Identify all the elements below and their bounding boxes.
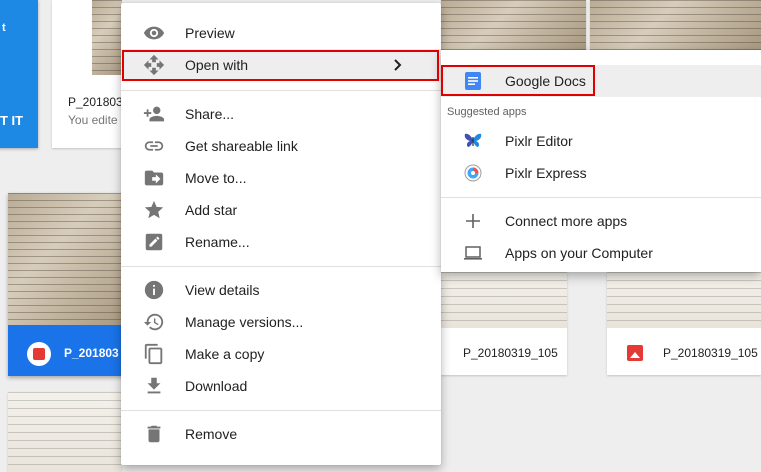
trash-icon xyxy=(147,425,161,443)
file-card[interactable]: P_20180319_105 xyxy=(607,272,761,375)
selected-file-card[interactable]: P_201803 xyxy=(8,193,126,376)
file-name: P_201803 xyxy=(68,95,122,109)
menu-item-move-to[interactable]: Move to... xyxy=(121,162,441,194)
menu-item-label: Add star xyxy=(185,202,238,218)
file-modified: You edite xyxy=(68,113,118,127)
menu-item-label: Get shareable link xyxy=(185,138,298,154)
file-thumbnail xyxy=(441,0,586,50)
context-menu: Preview Open with Share... Get shareable… xyxy=(121,3,441,465)
menu-item-label: Move to... xyxy=(185,170,247,186)
menu-item-preview[interactable]: Preview xyxy=(121,17,441,49)
file-thumbnail xyxy=(607,272,761,328)
plus-icon xyxy=(466,214,480,228)
image-file-icon xyxy=(27,342,51,366)
submenu-item-connect-more-apps[interactable]: Connect more apps xyxy=(441,205,761,237)
file-card[interactable] xyxy=(8,392,121,472)
eye-icon xyxy=(143,26,165,40)
menu-divider xyxy=(121,266,441,267)
file-thumbnail xyxy=(8,193,126,325)
menu-item-get-link[interactable]: Get shareable link xyxy=(121,130,441,162)
menu-item-rename[interactable]: Rename... xyxy=(121,226,441,258)
submenu-item-label: Connect more apps xyxy=(505,213,628,229)
submenu-item-label: Pixlr Express xyxy=(505,165,587,181)
file-thumbnail xyxy=(92,0,122,75)
submenu-divider xyxy=(441,197,761,198)
add-person-icon xyxy=(143,106,165,122)
file-thumbnail xyxy=(441,272,567,328)
copy-icon xyxy=(144,343,163,365)
menu-item-download[interactable]: Download xyxy=(121,370,441,402)
menu-item-label: Remove xyxy=(185,426,238,442)
menu-item-view-details[interactable]: View details xyxy=(121,274,441,306)
menu-item-remove[interactable]: Remove xyxy=(121,418,441,450)
menu-item-open-with[interactable]: Open with xyxy=(121,49,441,81)
image-file-icon xyxy=(627,345,643,361)
menu-item-label: Preview xyxy=(185,25,235,41)
pixlr-express-icon xyxy=(464,164,482,182)
menu-item-label: Download xyxy=(185,378,248,394)
file-card[interactable] xyxy=(441,0,586,50)
submenu-item-label: Google Docs xyxy=(505,73,586,89)
download-icon xyxy=(147,377,161,394)
menu-item-label: Share... xyxy=(185,106,235,122)
info-icon xyxy=(144,280,164,300)
submenu-item-pixlr-express[interactable]: Pixlr Express xyxy=(441,157,761,189)
menu-divider xyxy=(121,410,441,411)
file-thumbnail xyxy=(590,0,761,50)
link-icon xyxy=(144,141,164,151)
pencil-icon xyxy=(145,233,163,251)
menu-item-label: Make a copy xyxy=(185,346,265,362)
move-folder-icon xyxy=(144,170,164,186)
menu-item-label: Open with xyxy=(185,57,249,73)
file-card[interactable]: P_201803 You edite xyxy=(52,0,122,148)
file-card[interactable] xyxy=(590,0,761,50)
menu-item-manage-versions[interactable]: Manage versions... xyxy=(121,306,441,338)
menu-item-label: Rename... xyxy=(185,234,250,250)
butterfly-icon xyxy=(464,133,482,147)
submenu-item-google-docs[interactable]: Google Docs xyxy=(441,65,761,97)
laptop-icon xyxy=(464,246,482,260)
submenu-item-pixlr-editor[interactable]: Pixlr Editor xyxy=(441,125,761,157)
open-with-submenu: Google Docs Suggested apps Pixlr Editor … xyxy=(441,50,761,272)
google-docs-icon xyxy=(465,72,481,90)
file-card[interactable]: P_20180319_105 xyxy=(441,272,567,375)
promo-text: t xyxy=(2,22,6,34)
submenu-item-apps-on-computer[interactable]: Apps on your Computer xyxy=(441,237,761,269)
promo-cta[interactable]: T IT xyxy=(0,113,23,128)
file-name: P_20180319_105 xyxy=(463,346,558,360)
submenu-item-label: Apps on your Computer xyxy=(505,245,653,261)
file-thumbnail xyxy=(8,392,121,472)
menu-divider xyxy=(121,90,441,91)
menu-item-make-copy[interactable]: Make a copy xyxy=(121,338,441,370)
menu-item-share[interactable]: Share... xyxy=(121,98,441,130)
chevron-right-icon xyxy=(394,59,402,71)
promo-card[interactable]: t T IT xyxy=(0,0,38,148)
submenu-item-label: Pixlr Editor xyxy=(505,133,573,149)
file-name: P_201803 xyxy=(64,346,119,360)
menu-item-label: Manage versions... xyxy=(185,314,304,330)
menu-item-add-star[interactable]: Add star xyxy=(121,194,441,226)
file-name: P_20180319_105 xyxy=(663,346,758,360)
suggested-apps-heading: Suggested apps xyxy=(447,106,527,118)
menu-item-label: View details xyxy=(185,282,260,298)
history-icon xyxy=(143,313,164,331)
move-arrows-icon xyxy=(143,54,165,76)
star-icon xyxy=(144,200,164,219)
